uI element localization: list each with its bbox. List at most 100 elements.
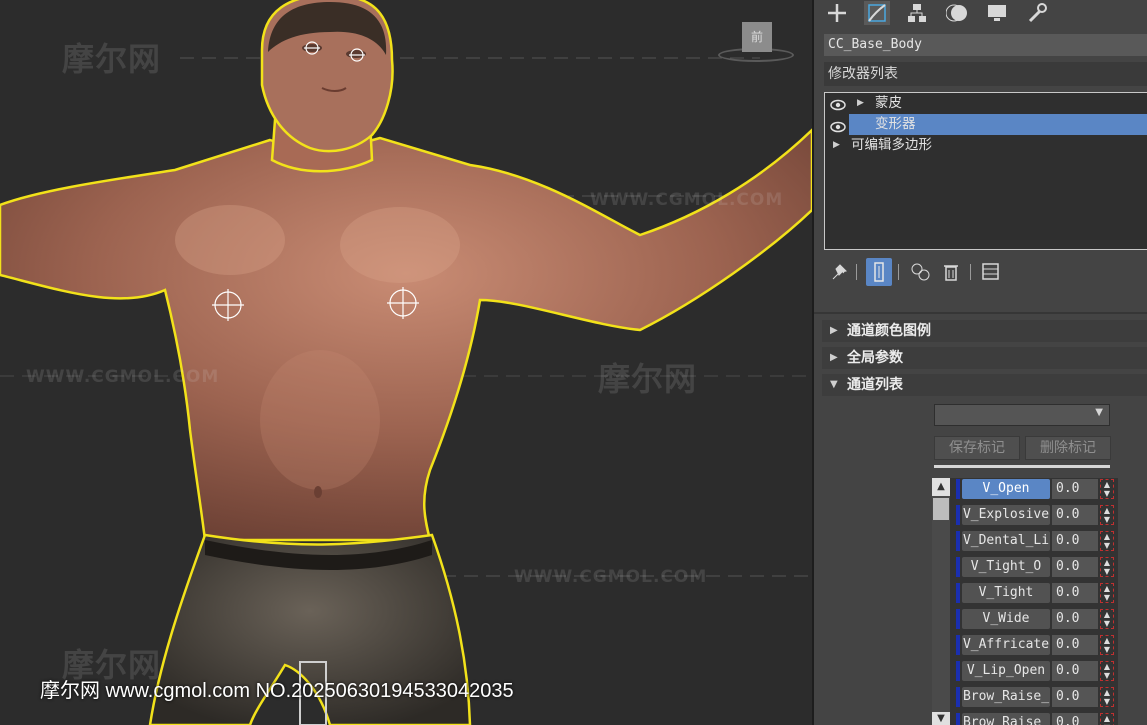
- stack-item-morpher[interactable]: 变形器: [849, 114, 1147, 135]
- channel-name-button[interactable]: V_Tight_O: [962, 557, 1050, 577]
- divider: [856, 264, 857, 280]
- channel-row[interactable]: V_Dental_Li 0.0 ▲ ▼: [956, 530, 1118, 552]
- channel-row[interactable]: V_Lip_Open 0.0 ▲ ▼: [956, 660, 1118, 682]
- pin-stack-icon[interactable]: [826, 258, 852, 286]
- stack-item-label: 变形器: [875, 116, 916, 132]
- channel-row[interactable]: V_Open 0.0 ▲ ▼: [956, 478, 1118, 500]
- channel-value-field[interactable]: 0.0: [1052, 687, 1098, 707]
- remove-modifier-icon[interactable]: [938, 258, 964, 286]
- spinner-icon[interactable]: ▲▼: [1100, 505, 1114, 525]
- channel-row[interactable]: V_Tight 0.0 ▲ ▼: [956, 582, 1118, 604]
- channel-name-button[interactable]: V_Open: [962, 479, 1050, 499]
- spinner-icon[interactable]: ▲▼: [1100, 531, 1114, 551]
- channel-value-field[interactable]: 0.0: [1052, 505, 1098, 525]
- separator-line: [934, 465, 1110, 468]
- spinner-icon[interactable]: ▲▼: [1100, 713, 1114, 725]
- stack-item-editable-poly[interactable]: ▶ 可编辑多边形: [825, 135, 1147, 156]
- show-end-result-icon[interactable]: [866, 258, 892, 286]
- channel-name-button[interactable]: V_Lip_Open: [962, 661, 1050, 681]
- stack-row-wrapper: 变形器: [825, 114, 1147, 135]
- channel-row[interactable]: V_Explosive 0.0 ▲ ▼: [956, 504, 1118, 526]
- rollout-label: 通道颜色图例: [847, 323, 931, 339]
- rollout-label: 全局参数: [847, 350, 903, 366]
- marker-dropdown[interactable]: ▼: [934, 404, 1110, 426]
- channel-color-marker: [956, 557, 960, 577]
- modifier-list-dropdown[interactable]: 修改器列表: [824, 62, 1147, 86]
- hierarchy-icon[interactable]: [904, 1, 930, 25]
- channel-row[interactable]: Brow_Raise_0.0▲▼: [956, 712, 1118, 725]
- channel-row[interactable]: V_Affricate 0.0 ▲ ▼: [956, 634, 1118, 656]
- channel-name-button[interactable]: V_Dental_Li: [962, 531, 1050, 551]
- command-panel-tabs: [824, 0, 1050, 26]
- stack-buttons: [826, 258, 1026, 286]
- channel-name-button[interactable]: V_Tight: [962, 583, 1050, 603]
- channel-value-field[interactable]: 0.0: [1052, 583, 1098, 603]
- collapse-arrow-icon: ▶: [830, 325, 838, 336]
- channel-value-field[interactable]: 0.0: [1052, 479, 1098, 499]
- modifier-stack[interactable]: ▶ 蒙皮 变形器 ▶ 可编辑多边形: [824, 92, 1147, 250]
- channel-color-marker: [956, 635, 960, 655]
- configure-sets-icon[interactable]: [978, 258, 1004, 286]
- motion-icon[interactable]: [944, 1, 970, 25]
- channel-name-button[interactable]: V_Explosive: [962, 505, 1050, 525]
- expand-triangle-icon[interactable]: ▶: [833, 135, 840, 156]
- divider: [970, 264, 971, 280]
- 3d-viewport[interactable]: 前 摩尔网 WWW.CGMOL.COM WWW.CGMOL.COM 摩尔网 WW…: [0, 0, 812, 725]
- channel-color-marker: [956, 661, 960, 681]
- channel-name-button[interactable]: V_Wide: [962, 609, 1050, 629]
- spinner-icon[interactable]: ▲▼: [1100, 557, 1114, 577]
- spinner-icon[interactable]: ▲▼: [1100, 635, 1114, 655]
- save-marker-button[interactable]: 保存标记: [934, 436, 1020, 460]
- object-name-field[interactable]: CC_Base_Body: [824, 34, 1147, 56]
- channel-scrollbar[interactable]: ▲ ▼: [932, 478, 950, 725]
- panel-divider[interactable]: [814, 312, 1147, 314]
- rollout-global-parameters[interactable]: ▶ 全局参数: [822, 347, 1147, 369]
- delete-marker-button[interactable]: 删除标记: [1025, 436, 1111, 460]
- view-cube-face[interactable]: 前: [742, 22, 772, 52]
- utilities-icon[interactable]: [1024, 1, 1050, 25]
- stack-item-label: 可编辑多边形: [851, 137, 932, 153]
- stack-item-skin[interactable]: ▶ 蒙皮: [825, 93, 1147, 114]
- channel-value-field[interactable]: 0.0: [1052, 661, 1098, 681]
- make-unique-icon[interactable]: [908, 258, 934, 286]
- expand-triangle-icon[interactable]: ▶: [857, 93, 864, 114]
- channel-row[interactable]: V_Wide 0.0 ▲ ▼: [956, 608, 1118, 630]
- channel-name-button[interactable]: Brow_Raise_: [962, 687, 1050, 707]
- footer-watermark-text: 摩尔网 www.cgmol.com NO.2025063019453304203…: [40, 680, 514, 702]
- channel-name-button[interactable]: Brow_Raise_: [962, 713, 1050, 725]
- rollout-label: 通道列表: [847, 377, 903, 393]
- spinner-icon[interactable]: ▲▼: [1100, 583, 1114, 603]
- channel-value-field[interactable]: 0.0: [1052, 531, 1098, 551]
- divider: [898, 264, 899, 280]
- scroll-up-icon[interactable]: ▲: [932, 478, 950, 496]
- view-cube[interactable]: 前: [718, 22, 794, 66]
- channel-value-field[interactable]: 0.0: [1052, 609, 1098, 629]
- channel-name-button[interactable]: V_Affricate: [962, 635, 1050, 655]
- channel-color-marker: [956, 687, 960, 707]
- rollout-channel-color-legend[interactable]: ▶ 通道颜色图例: [822, 320, 1147, 342]
- channel-value-field[interactable]: 0.0: [1052, 635, 1098, 655]
- spinner-icon[interactable]: ▲▼: [1100, 609, 1114, 629]
- display-icon[interactable]: [984, 1, 1010, 25]
- character-model[interactable]: [0, 0, 812, 725]
- channel-row[interactable]: V_Tight_O 0.0 ▲ ▼: [956, 556, 1118, 578]
- spinner-icon[interactable]: ▲▼: [1100, 661, 1114, 681]
- modify-icon[interactable]: [864, 1, 890, 25]
- create-icon[interactable]: [824, 1, 850, 25]
- channel-value-field[interactable]: 0.0: [1052, 557, 1098, 577]
- channel-list[interactable]: ▲ ▼ V_Open 0.0 ▲ ▼ V_Explosive 0.0 ▲ ▼ V_Dental_…: [932, 478, 1118, 725]
- channel-row[interactable]: Brow_Raise_0.0▲▼: [956, 686, 1118, 708]
- scroll-down-icon[interactable]: ▼: [932, 712, 950, 725]
- chevron-down-icon: ▼: [1095, 407, 1103, 418]
- channel-color-marker: [956, 713, 960, 725]
- command-panel: CC_Base_Body 修改器列表 ▶ 蒙皮 变形器 ▶ 可编辑多边形 ▶ 通…: [812, 0, 1147, 725]
- rollout-channel-list[interactable]: ▼ 通道列表: [822, 374, 1147, 396]
- channel-color-marker: [956, 583, 960, 603]
- channel-color-marker: [956, 479, 960, 499]
- channel-value-field[interactable]: 0.0: [1052, 713, 1098, 725]
- stack-item-label: 蒙皮: [875, 95, 902, 111]
- spinner-icon[interactable]: ▲▼: [1100, 687, 1114, 707]
- channel-color-marker: [956, 531, 960, 551]
- scroll-thumb[interactable]: [933, 498, 949, 520]
- spinner-icon[interactable]: ▲▼: [1100, 479, 1114, 499]
